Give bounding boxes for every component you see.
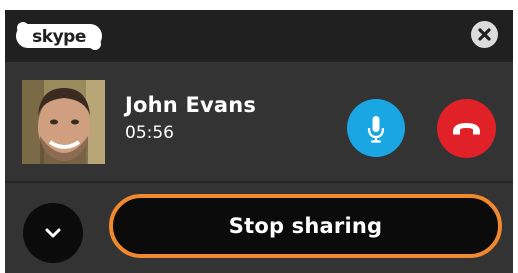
- divider: [5, 181, 513, 183]
- skype-logo-text: skype: [32, 27, 86, 47]
- end-call-button[interactable]: [437, 99, 496, 158]
- contact-name: John Evans: [125, 93, 257, 117]
- expand-button[interactable]: [23, 203, 83, 263]
- skype-logo: skype: [16, 22, 102, 50]
- stop-sharing-button[interactable]: Stop sharing: [109, 194, 502, 258]
- close-icon: [478, 28, 491, 41]
- call-duration: 05:56: [125, 123, 174, 143]
- divider: [5, 60, 513, 62]
- hang-up-icon: [453, 123, 480, 135]
- close-button[interactable]: [471, 21, 498, 48]
- title-bar: skype: [5, 10, 513, 60]
- skype-call-panel: skype John Evans 05:56 Stop sharing: [5, 10, 513, 273]
- chevron-down-icon: [45, 228, 61, 238]
- avatar: [22, 80, 105, 164]
- microphone-icon: [367, 116, 385, 143]
- mute-button[interactable]: [347, 99, 405, 157]
